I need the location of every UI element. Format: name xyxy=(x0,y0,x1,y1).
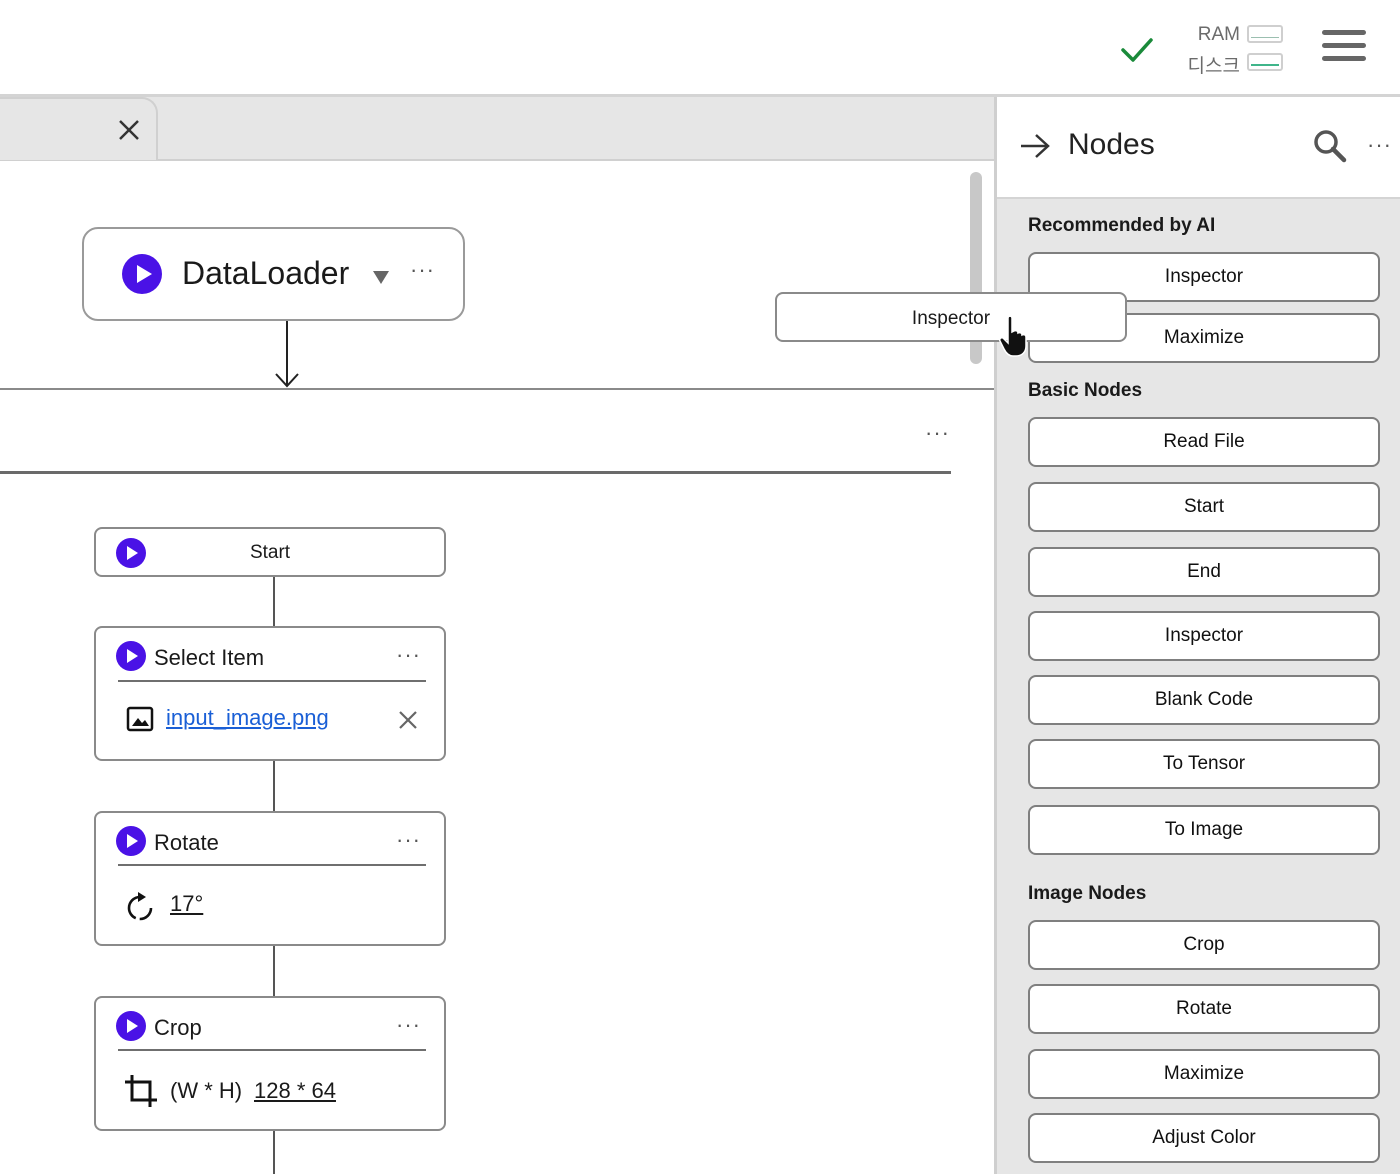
crop-prefix: (W * H) xyxy=(170,1078,243,1103)
more-icon[interactable]: ··· xyxy=(396,1012,421,1038)
more-icon[interactable]: ··· xyxy=(396,827,421,853)
start-node[interactable]: Start xyxy=(94,527,446,577)
section-basic-title: Basic Nodes xyxy=(1028,380,1143,401)
group-more-icon[interactable]: ··· xyxy=(925,420,950,446)
node-item-to-image[interactable]: To Image xyxy=(1028,805,1380,855)
ram-meter xyxy=(1247,25,1283,43)
node-item-read-file[interactable]: Read File xyxy=(1028,417,1380,467)
dragged-node-label: Inspector xyxy=(911,308,991,329)
crop-label: Crop xyxy=(154,1015,202,1040)
crop-node[interactable]: Crop ··· (W * H) 128 * 64 xyxy=(94,996,446,1131)
group-top-border xyxy=(0,388,994,390)
crop-icon xyxy=(125,1075,157,1107)
node-divider xyxy=(118,1049,426,1051)
ram-label: RAM xyxy=(1197,24,1240,45)
node-item-adjust-color[interactable]: Adjust Color xyxy=(1028,1113,1380,1163)
node-item-to-tensor[interactable]: To Tensor xyxy=(1028,739,1380,789)
group-header-divider xyxy=(0,471,951,474)
node-item-end[interactable]: End xyxy=(1028,547,1380,597)
section-image-title: Image Nodes xyxy=(1028,883,1147,904)
arrow-down-icon xyxy=(275,321,299,388)
search-icon[interactable] xyxy=(1312,128,1348,164)
node-item-inspector[interactable]: Inspector xyxy=(1028,611,1380,661)
panel-title: Nodes xyxy=(1068,128,1155,161)
rotate-icon xyxy=(127,892,153,921)
crop-value[interactable]: 128 * 64 xyxy=(254,1078,336,1104)
dataloader-node[interactable]: DataLoader ··· xyxy=(82,227,465,321)
play-icon[interactable] xyxy=(116,641,146,671)
close-icon[interactable] xyxy=(116,117,142,143)
dragged-node-ghost[interactable]: Inspector xyxy=(775,292,1127,342)
image-icon xyxy=(126,706,154,732)
disk-meter xyxy=(1247,53,1283,71)
node-item-crop[interactable]: Crop xyxy=(1028,920,1380,970)
caret-down-icon[interactable] xyxy=(372,269,390,285)
panel-more-icon[interactable]: ··· xyxy=(1367,132,1392,158)
node-item-rotate[interactable]: Rotate xyxy=(1028,984,1380,1034)
connector xyxy=(273,761,275,811)
section-recommended-title: Recommended by AI xyxy=(1028,215,1216,236)
file-link[interactable]: input_image.png xyxy=(166,705,329,731)
connector xyxy=(273,577,275,627)
arrow-right-icon[interactable] xyxy=(1019,132,1051,160)
play-icon[interactable] xyxy=(116,826,146,856)
top-bar xyxy=(0,0,1400,97)
more-icon[interactable]: ··· xyxy=(396,642,421,668)
select-item-label: Select Item xyxy=(154,645,265,670)
node-item-start[interactable]: Start xyxy=(1028,482,1380,532)
rotate-value[interactable]: 17° xyxy=(170,891,203,917)
hamburger-icon[interactable] xyxy=(1322,30,1366,66)
connector xyxy=(273,945,275,996)
node-item-blank-code[interactable]: Blank Code xyxy=(1028,675,1380,725)
connector xyxy=(273,1130,275,1174)
dataloader-label: DataLoader xyxy=(182,255,350,291)
check-icon xyxy=(1121,38,1153,62)
rotate-label: Rotate xyxy=(154,830,219,855)
node-divider xyxy=(118,680,426,682)
play-icon[interactable] xyxy=(122,254,162,294)
start-node-label: Start xyxy=(249,542,291,563)
disk-label: 디스크 xyxy=(1187,56,1240,77)
node-item-maximize[interactable]: Maximize xyxy=(1028,1049,1380,1099)
more-icon[interactable]: ··· xyxy=(410,257,435,283)
hand-cursor-icon xyxy=(999,315,1027,357)
close-icon[interactable] xyxy=(398,710,418,730)
node-divider xyxy=(118,864,426,866)
select-item-node[interactable]: Select Item ··· input_image.png xyxy=(94,626,446,761)
rotate-node[interactable]: Rotate ··· 17° xyxy=(94,811,446,946)
play-icon[interactable] xyxy=(116,1011,146,1041)
